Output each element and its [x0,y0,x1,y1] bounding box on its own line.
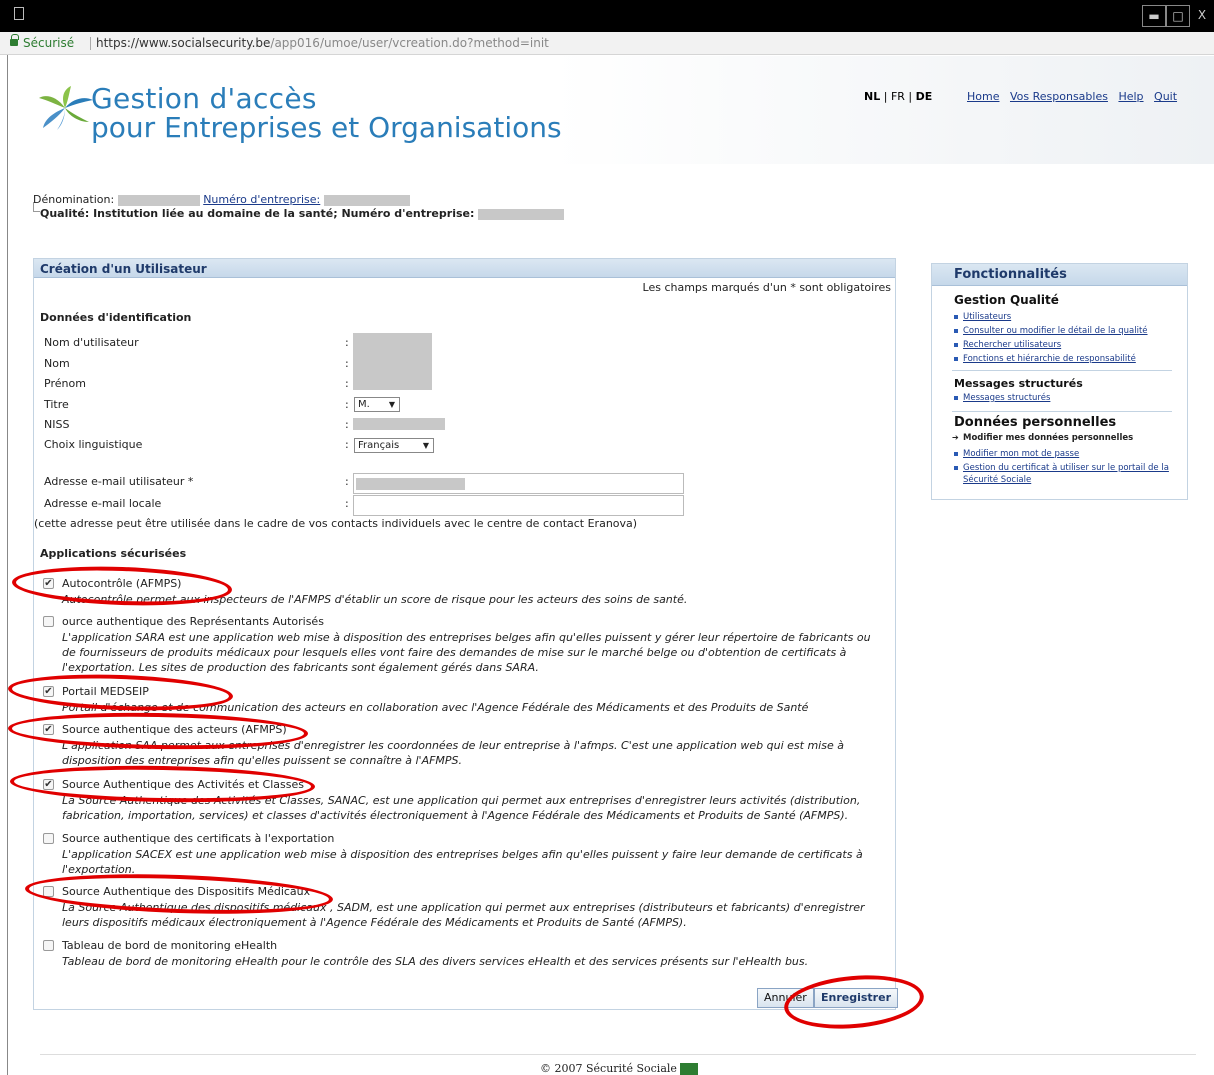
colon: : [345,377,349,390]
sidebar-current-item[interactable]: Modifier mes données personnelles [952,433,1133,443]
app-desc: L'application SARA est une application w… [62,631,871,674]
url-path: /app016/umoe/user/vcreation.do?method=in… [270,36,549,50]
colon: : [345,475,349,488]
titre-select[interactable]: M. [354,397,400,412]
colon: : [345,336,349,349]
window-left-edge [0,55,8,1075]
language-selector: NL | FR | DE [864,90,932,103]
redacted-value [478,208,565,220]
nom-label: Nom [44,357,70,370]
minimize-icon[interactable]: ▬ [1142,5,1166,27]
colon: : [345,398,349,411]
lang-sep: | [908,90,913,103]
window-controls: ▬ □ X [1142,0,1214,32]
sidebar-link[interactable]: Gestion du certificat à utiliser sur le … [954,462,1176,486]
langue-label: Choix linguistique [44,438,143,451]
help-link[interactable]: Help [1118,90,1143,103]
address-bar[interactable]: Sécurisé https://www.socialsecurity.be/a… [0,32,1214,55]
email-input[interactable] [353,473,684,494]
titre-label: Titre [44,398,69,411]
lock-icon [10,34,19,46]
sidebar-panel: Fonctionnalités Gestion Qualité Utilisat… [931,263,1188,500]
page-header: Gestion d'accès pour Entreprises et Orga… [9,56,1214,164]
address-separator [90,37,91,50]
username-label: Nom d'utilisateur [44,336,139,349]
colon: : [345,438,349,451]
lang-fr[interactable]: FR [891,90,905,103]
email-label: Adresse e-mail utilisateur * [44,475,194,488]
id-section-title: Données d'identification [40,311,192,324]
redacted-value [117,194,200,206]
secure-label: Sécurisé [23,36,75,50]
app-desc: L'application SACEX est une application … [62,848,863,876]
url-text[interactable]: https://www.socialsecurity.be/app016/umo… [96,32,549,55]
divider [952,370,1172,371]
sidebar-link[interactable]: Consulter ou modifier le détail de la qu… [954,325,1148,337]
lang-de[interactable]: DE [916,90,933,103]
niss-label: NISS [44,418,70,431]
qualite-text: Qualité: Institution liée au domaine de … [40,207,475,220]
email-local-label: Adresse e-mail locale [44,497,162,510]
logo-icon [39,86,93,130]
entity-info: Dénomination: Numéro d'entreprise: [33,193,410,206]
colon: : [345,357,349,370]
maximize-icon[interactable]: □ [1166,5,1190,27]
sidebar-link[interactable]: Rechercher utilisateurs [954,339,1061,351]
email-note: (cette adresse peut être utilisée dans l… [34,517,638,530]
close-icon[interactable]: X [1190,5,1214,27]
group-title: Données personnelles [954,415,1117,430]
document-icon [14,7,24,20]
titre-value: M. [358,399,370,410]
langue-select[interactable]: Français [354,438,434,453]
panel-title: Création d'un Utilisateur [34,259,895,278]
group-title: Messages structurés [954,377,1083,390]
denomination-label: Dénomination: [33,193,115,206]
footer-divider [40,1054,1196,1055]
home-link[interactable]: Home [967,90,999,103]
responsables-link[interactable]: Vos Responsables [1010,90,1108,103]
lang-nl[interactable]: NL [864,90,880,103]
app-checkbox[interactable] [43,833,54,844]
colon: : [345,497,349,510]
email-local-input[interactable] [353,495,684,516]
group-title: Gestion Qualité [954,293,1059,307]
top-links: Home Vos Responsables Help Quit [967,90,1184,103]
numero-link[interactable]: Numéro d'entreprise: [203,193,320,206]
sidebar-link[interactable]: Messages structurés [954,392,1050,404]
mandatory-note: Les champs marqués d'un * sont obligatoi… [642,281,891,294]
sidebar-link[interactable]: Utilisateurs [954,311,1011,323]
prenom-label: Prénom [44,377,86,390]
sidebar-link[interactable]: Fonctions et hiérarchie de responsabilit… [954,353,1136,365]
footer-text: © 2007 Sécurité Sociale [540,1062,677,1075]
divider [952,411,1172,412]
apps-section-title: Applications sécurisées [40,547,187,560]
app-desc: Tableau de bord de monitoring eHealth po… [62,955,809,968]
qualite-info: Qualité: Institution liée au domaine de … [40,207,565,220]
tree-connector [33,202,40,212]
redacted-value [353,418,445,430]
site-title-line2: pour Entreprises et Organisations [91,111,562,144]
footer: © 2007 Sécurité Sociale [540,1062,699,1075]
redacted-value [356,478,465,490]
colon: : [345,418,349,431]
footer-logo-icon [680,1063,699,1075]
app-checkbox[interactable] [43,940,54,951]
lang-sep: | [883,90,888,103]
langue-value: Français [358,440,400,451]
url-base: https://www.socialsecurity.be [96,36,271,50]
redacted-value [323,194,410,206]
browser-window: ▬ □ X Sécurisé https://www.socialsecurit… [0,0,1214,1075]
app-title: ource authentique des Représentants Auto… [62,615,324,628]
sidebar-link[interactable]: Modifier mon mot de passe [954,448,1079,460]
app-title: Source authentique des certificats à l'e… [62,832,335,845]
title-bar: ▬ □ X [0,0,1214,32]
redacted-value [353,333,432,390]
app-title: Tableau de bord de monitoring eHealth [62,939,278,952]
sidebar-title: Fonctionnalités [932,264,1187,286]
quit-link[interactable]: Quit [1154,90,1177,103]
app-checkbox[interactable] [43,616,54,627]
